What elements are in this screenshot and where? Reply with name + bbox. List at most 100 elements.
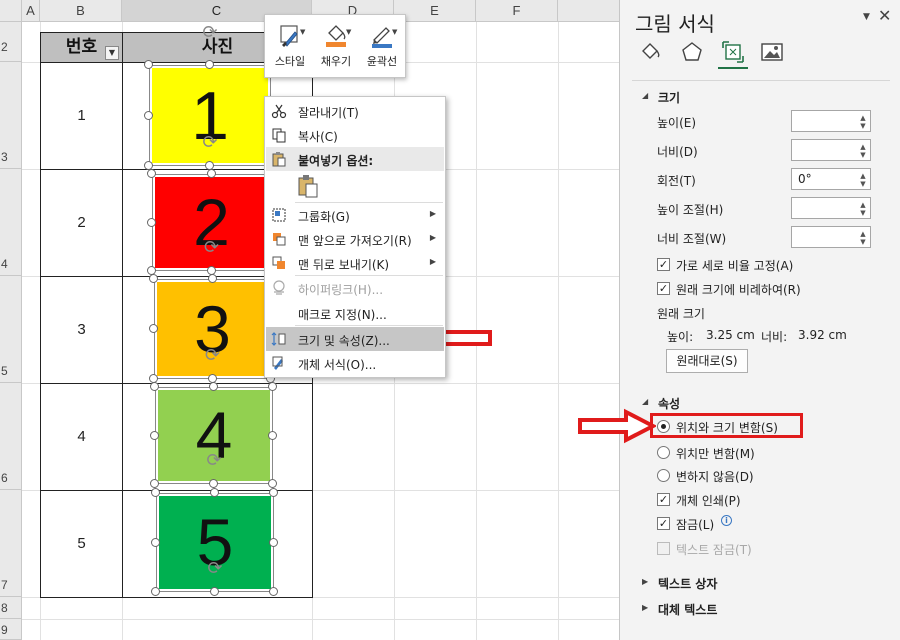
lock-text-checkbox[interactable] [657, 542, 670, 555]
dont-move-radio[interactable] [657, 469, 670, 482]
column-header-a[interactable]: A [22, 0, 40, 22]
row-header-8[interactable]: 8 [0, 597, 22, 619]
resize-handle[interactable] [151, 537, 160, 547]
resize-handle[interactable] [151, 488, 160, 497]
move-only-radio[interactable] [657, 446, 670, 459]
picture-tab-icon[interactable] [760, 40, 784, 64]
resize-handle[interactable] [206, 169, 216, 178]
paste-option-button[interactable] [295, 173, 321, 199]
print-object-checkbox[interactable]: ✓ [657, 493, 670, 506]
resize-handle[interactable] [147, 169, 156, 178]
resize-handle[interactable] [205, 60, 214, 69]
menu-item-hyperlink[interactable]: 하이퍼링크(H)... [266, 276, 444, 300]
width-field[interactable]: ▲ ▼ [791, 139, 871, 161]
resize-handle[interactable] [268, 382, 277, 391]
resize-handle[interactable] [149, 324, 158, 333]
menu-item-size-and-properties[interactable]: 크기 및 속성(Z)... [266, 327, 444, 351]
resize-handle[interactable] [207, 274, 217, 283]
resize-handle[interactable] [144, 110, 153, 120]
menu-item-group[interactable]: 그룹화(G) ▶ [266, 203, 444, 227]
properties-section-title[interactable]: 속성 [658, 395, 680, 412]
row-header-5[interactable]: 5 [0, 276, 22, 383]
table-row[interactable]: 5 [40, 490, 123, 598]
expand-triangle-icon[interactable]: ▶ [642, 577, 648, 586]
effects-tab-icon[interactable] [680, 40, 704, 64]
resize-handle[interactable] [269, 587, 278, 596]
resize-handle[interactable] [209, 382, 218, 391]
table-row[interactable]: 4 [40, 383, 123, 491]
resize-handle[interactable] [210, 587, 219, 596]
resize-handle[interactable] [149, 274, 158, 283]
pane-options-chevron-icon[interactable]: ▼ [863, 12, 870, 22]
column-header-g[interactable] [558, 0, 620, 22]
menu-item-send-to-back[interactable]: 맨 뒤로 보내기(K) ▶ [266, 251, 444, 275]
row-header-2[interactable]: 2 [0, 22, 22, 62]
size-properties-tab-icon[interactable] [721, 40, 745, 64]
spinner-icon[interactable]: ▲ ▼ [858, 230, 868, 246]
resize-handle[interactable] [268, 430, 277, 440]
rotation-field[interactable]: 0° ▲ ▼ [791, 168, 871, 190]
locked-checkbox[interactable]: ✓ [657, 517, 670, 530]
resize-handle[interactable] [269, 488, 278, 497]
alt-text-section-title[interactable]: 대체 텍스트 [658, 601, 717, 618]
collapse-triangle-icon[interactable]: ◢ [642, 397, 648, 406]
fill-line-tab-icon[interactable] [638, 40, 662, 64]
resize-handle[interactable] [268, 479, 277, 488]
table-row[interactable]: 1 [40, 62, 123, 170]
menu-item-assign-macro[interactable]: 매크로 지정(N)... [266, 301, 444, 325]
table-row[interactable]: 3 [40, 276, 123, 384]
resize-handle[interactable] [151, 587, 160, 596]
rotate-handle-icon[interactable]: ⟳ [203, 239, 221, 257]
column-header-f[interactable]: F [476, 0, 558, 22]
column-header-b[interactable]: B [40, 0, 122, 22]
select-all-corner[interactable] [0, 0, 22, 22]
row-header-7[interactable]: 7 [0, 490, 22, 597]
row-header-4[interactable]: 4 [0, 169, 22, 276]
rotate-handle-icon[interactable]: ⟳ [204, 347, 222, 365]
row-header-6[interactable]: 6 [0, 383, 22, 490]
menu-item-copy[interactable]: 복사(C) [266, 123, 444, 147]
close-icon[interactable]: ✕ [878, 6, 891, 25]
resize-handle[interactable] [210, 488, 219, 497]
resize-handle[interactable] [150, 382, 159, 391]
fill-button[interactable]: 채우기 [314, 19, 358, 75]
reset-button[interactable]: 원래대로(S) [666, 349, 748, 373]
rotate-handle-icon[interactable]: ⟳ [201, 134, 219, 152]
rotate-handle-icon[interactable]: ⟳ [201, 24, 219, 42]
resize-handle[interactable] [147, 217, 156, 227]
rotate-handle-icon[interactable]: ⟳ [206, 560, 224, 578]
textbox-section-title[interactable]: 텍스트 상자 [658, 575, 717, 592]
resize-handle[interactable] [150, 479, 159, 488]
size-section-title[interactable]: 크기 [658, 89, 680, 106]
column-header-e[interactable]: E [394, 0, 476, 22]
spinner-icon[interactable]: ▲ ▼ [858, 114, 868, 130]
rotate-handle-icon[interactable]: ⟳ [205, 452, 223, 470]
relative-original-checkbox[interactable]: ✓ [657, 282, 670, 295]
scale-height-field[interactable]: ▲ ▼ [791, 197, 871, 219]
spinner-icon[interactable]: ▲ ▼ [858, 201, 868, 217]
spinner-icon[interactable]: ▲ ▼ [858, 143, 868, 159]
resize-handle[interactable] [209, 479, 218, 488]
resize-handle[interactable] [150, 430, 159, 440]
row-header-3[interactable]: 3 [0, 62, 22, 169]
outline-button[interactable]: 윤곽선 [360, 19, 404, 75]
menu-item-bring-to-front[interactable]: 맨 앞으로 가져오기(R) ▶ [266, 227, 444, 251]
chevron-down-icon[interactable]: ▼ [392, 28, 397, 36]
info-icon[interactable]: i [721, 515, 732, 526]
table-row[interactable]: 2 [40, 169, 123, 277]
filter-dropdown-button[interactable]: ▼ [105, 46, 119, 60]
height-field[interactable]: ▲ ▼ [791, 110, 871, 132]
scale-width-field[interactable]: ▲ ▼ [791, 226, 871, 248]
chevron-down-icon[interactable]: ▼ [300, 28, 305, 36]
resize-handle[interactable] [269, 537, 278, 547]
expand-triangle-icon[interactable]: ▶ [642, 603, 648, 612]
lock-aspect-checkbox[interactable]: ✓ [657, 258, 670, 271]
style-button[interactable]: 스타일 [268, 19, 312, 75]
chevron-down-icon[interactable]: ▼ [346, 28, 351, 36]
collapse-triangle-icon[interactable]: ◢ [642, 91, 648, 100]
row-header-9[interactable]: 9 [0, 619, 22, 640]
menu-item-format-object[interactable]: 개체 서식(O)... [266, 351, 444, 375]
menu-item-cut[interactable]: 잘라내기(T) [266, 99, 444, 123]
spinner-icon[interactable]: ▲ ▼ [858, 172, 868, 188]
resize-handle[interactable] [144, 60, 153, 69]
